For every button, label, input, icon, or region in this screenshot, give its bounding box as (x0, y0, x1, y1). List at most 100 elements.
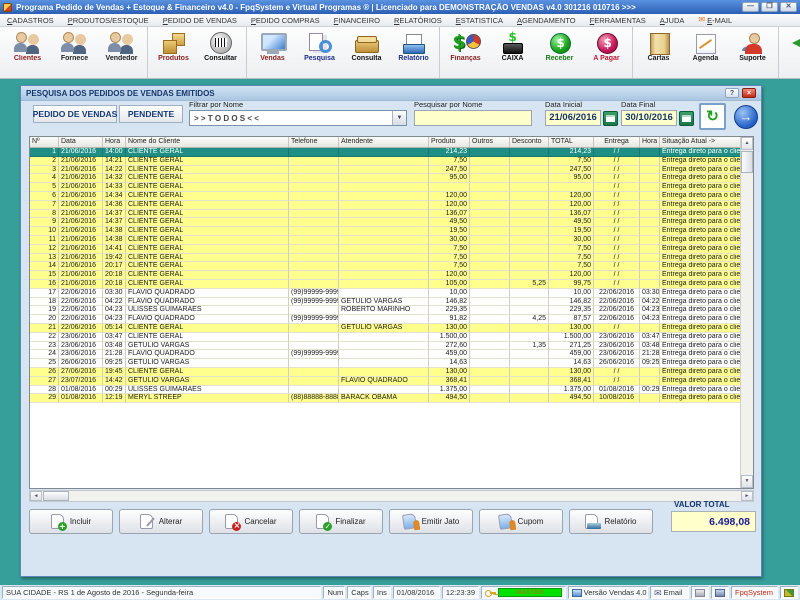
table-row[interactable]: 621/06/201614:34CLIENTE GERAL120,00120,0… (30, 192, 742, 201)
toolbar-button-vendedor[interactable]: Vendedor (98, 28, 145, 77)
scroll-track[interactable] (69, 491, 741, 501)
cancelar-button[interactable]: Cancelar (209, 509, 293, 534)
menu-item-ferramentas[interactable]: FERRAMENTAS (583, 16, 653, 25)
table-row[interactable]: 2901/08/201612:19MERYL STREEP(88)88888-8… (30, 394, 742, 403)
table-row[interactable]: 1021/06/201614:38CLIENTE GERAL19,5019,50… (30, 227, 742, 236)
table-row[interactable]: 2526/06/201609:25GETULIO VARGAS14,6314,6… (30, 359, 742, 368)
scroll-left-icon[interactable]: ◄ (30, 491, 42, 501)
toolbar-button-consultar[interactable]: Consultar (197, 28, 244, 77)
column-header-13[interactable]: Situação Atual -> (660, 137, 742, 147)
table-row[interactable]: 1321/06/201619:42CLIENTE GERAL7,507,50/ … (30, 254, 742, 263)
scroll-down-icon[interactable]: ▼ (741, 475, 753, 488)
menu-item-ajuda[interactable]: AJUDA (653, 16, 692, 25)
table-row[interactable]: 2022/06/201604:23FLAVIO QUADRADO(99)9999… (30, 315, 742, 324)
column-header-3[interactable]: Hora (103, 137, 126, 147)
table-row[interactable]: 2723/07/201614:42GETULIO VARGASFLAVIO QU… (30, 377, 742, 386)
table-row[interactable]: 121/06/201614:00CLIENTE GERAL214,23214,2… (30, 148, 742, 157)
column-header-12[interactable]: Hora (640, 137, 660, 147)
table-row[interactable]: 321/06/201614:22CLIENTE GERAL247,50247,5… (30, 166, 742, 175)
vertical-scrollbar[interactable]: ▲ ▼ (740, 137, 753, 488)
table-row[interactable]: 421/06/201614:32CLIENTE GERAL95,0095,00/… (30, 174, 742, 183)
table-row[interactable]: 821/06/201614:37CLIENTE GERAL136,07136,0… (30, 210, 742, 219)
finalizar-button[interactable]: Finalizar (299, 509, 383, 534)
column-header-5[interactable]: Telefone (289, 137, 339, 147)
column-header-4[interactable]: Nome do Cliente (126, 137, 289, 147)
menu-item-estatistica[interactable]: ESTATISTICA (449, 16, 510, 25)
menu-item-produtos-estoque[interactable]: PRODUTOS/ESTOQUE (61, 16, 156, 25)
column-header-6[interactable]: Atendente (339, 137, 429, 147)
table-row[interactable]: 2323/06/201603:48GETULIO VARGAS272,601,3… (30, 342, 742, 351)
column-header-11[interactable]: Entrega (594, 137, 640, 147)
menu-item-relat-rios[interactable]: RELATÓRIOS (387, 16, 449, 25)
column-header-8[interactable]: Outros (470, 137, 510, 147)
table-row[interactable]: 721/06/201614:36CLIENTE GERAL120,00120,0… (30, 201, 742, 210)
close-button[interactable]: ✕ (780, 2, 797, 12)
panel-close-button[interactable]: × (742, 88, 756, 98)
table-row[interactable]: 1722/06/201603:30FLAVIO QUADRADO(99)9999… (30, 289, 742, 298)
toolbar-button-relat-rio[interactable]: Relatório (390, 28, 437, 77)
table-row[interactable]: 2423/06/201621:28FLAVIO QUADRADO(99)9999… (30, 350, 742, 359)
menu-item-pedido-de-vendas[interactable]: PEDIDO DE VENDAS (156, 16, 244, 25)
table-row[interactable]: 1221/06/201614:41CLIENTE GERAL7,507,50/ … (30, 245, 742, 254)
toolbar-button-consulta[interactable]: Consulta (343, 28, 390, 77)
horizontal-scrollbar[interactable]: ◄ ► (29, 490, 754, 502)
restore-button[interactable]: ❐ (761, 2, 778, 12)
table-row[interactable]: 1621/06/201620:18CLIENTE GERAL105,005,25… (30, 280, 742, 289)
table-row[interactable]: 1922/06/201604:23ULISSES GUIMARAESROBERT… (30, 306, 742, 315)
table-row[interactable]: 2627/06/201619:45CLIENTE GERAL130,00130,… (30, 368, 742, 377)
go-search-button[interactable]: → (734, 105, 758, 129)
search-name-input[interactable] (414, 110, 532, 126)
table-row[interactable]: 221/06/201614:21CLIENTE GERAL7,507,50/ /… (30, 157, 742, 166)
toolbar-button-receber[interactable]: Receber (536, 28, 583, 77)
table-row[interactable]: 1121/06/201614:38CLIENTE GERAL30,0030,00… (30, 236, 742, 245)
incluir-button[interactable]: Incluir (29, 509, 113, 534)
table-row[interactable]: 1421/06/201620:17CLIENTE GERAL7,507,50/ … (30, 262, 742, 271)
email-button[interactable]: ✉Email (650, 586, 689, 599)
menu-item-e-mail[interactable]: ✉E-MAIL (691, 16, 739, 25)
table-row[interactable]: 2801/08/201600:29ULISSES GUIMARAES1.375,… (30, 386, 742, 395)
toolbar-button-produtos[interactable]: Produtos (150, 28, 197, 77)
toolbar-button-agenda[interactable]: Agenda (682, 28, 729, 77)
column-header-7[interactable]: Produto (429, 137, 470, 147)
column-header-9[interactable]: Desconto (510, 137, 549, 147)
printer-button[interactable] (691, 586, 709, 599)
table-row[interactable]: 521/06/201614:33CLIENTE GERAL/ /Entrega … (30, 183, 742, 192)
vertical-scroll-thumb[interactable] (741, 151, 753, 173)
date-start-field[interactable]: 21/06/2016 (545, 110, 601, 126)
toolbar-button-suporte[interactable]: Suporte (729, 28, 776, 77)
menu-item-agendamento[interactable]: AGENDAMENTO (510, 16, 583, 25)
table-row[interactable]: 2122/06/201605:14CLIENTE GERALGETULIO VA… (30, 324, 742, 333)
panel-help-button[interactable]: ? (725, 88, 739, 98)
table-row[interactable]: 1521/06/201620:18CLIENTE GERAL120,00120,… (30, 271, 742, 280)
menu-item-financeiro[interactable]: FINANCEIRO (327, 16, 387, 25)
monitor-button[interactable] (711, 586, 729, 599)
scroll-right-icon[interactable]: ► (741, 491, 753, 501)
menu-item-cadastros[interactable]: CADASTROS (0, 16, 61, 25)
column-header-1[interactable]: Nº (30, 137, 59, 147)
toolbar-button-caixa[interactable]: CAIXA (489, 28, 536, 77)
scroll-up-icon[interactable]: ▲ (741, 137, 753, 150)
table-row[interactable]: 921/06/201614:37CLIENTE GERAL49,5049,50/… (30, 218, 742, 227)
toolbar-button-exit[interactable] (781, 28, 800, 77)
toolbar-button-pesquisa[interactable]: Pesquisa (296, 28, 343, 77)
toolbar-button-fornece[interactable]: Fornece (51, 28, 98, 77)
relat-rio-button[interactable]: Relatório (569, 509, 653, 534)
menu-item-pedido-compras[interactable]: PEDIDO COMPRAS (244, 16, 327, 25)
table-row[interactable]: 2223/06/201603:47CLIENTE GERAL1.500,001.… (30, 333, 742, 342)
toolbar-button-vendas[interactable]: Vendas (249, 28, 296, 77)
table-row[interactable]: 1822/06/201604:22FLAVIO QUADRADO(99)9999… (30, 298, 742, 307)
alterar-button[interactable]: Alterar (119, 509, 203, 534)
emitir-jato-button[interactable]: Emitir Jato (389, 509, 473, 534)
column-header-2[interactable]: Data (59, 137, 103, 147)
calendar-start-icon[interactable] (603, 111, 618, 126)
toolbar-button-cartas[interactable]: Cartas (635, 28, 682, 77)
horizontal-scroll-thumb[interactable] (43, 491, 69, 501)
minimize-button[interactable]: — (742, 2, 759, 12)
toolbar-button-a-pagar[interactable]: A Pagar (583, 28, 630, 77)
column-header-10[interactable]: TOTAL (549, 137, 594, 147)
date-end-field[interactable]: 30/10/2016 (621, 110, 677, 126)
toolbar-button-finan-as[interactable]: Finanças (442, 28, 489, 77)
toolbar-button-clientes[interactable]: Clientes (4, 28, 51, 77)
calendar-end-icon[interactable] (679, 111, 694, 126)
tab-pendente[interactable]: PENDENTE (119, 105, 183, 123)
